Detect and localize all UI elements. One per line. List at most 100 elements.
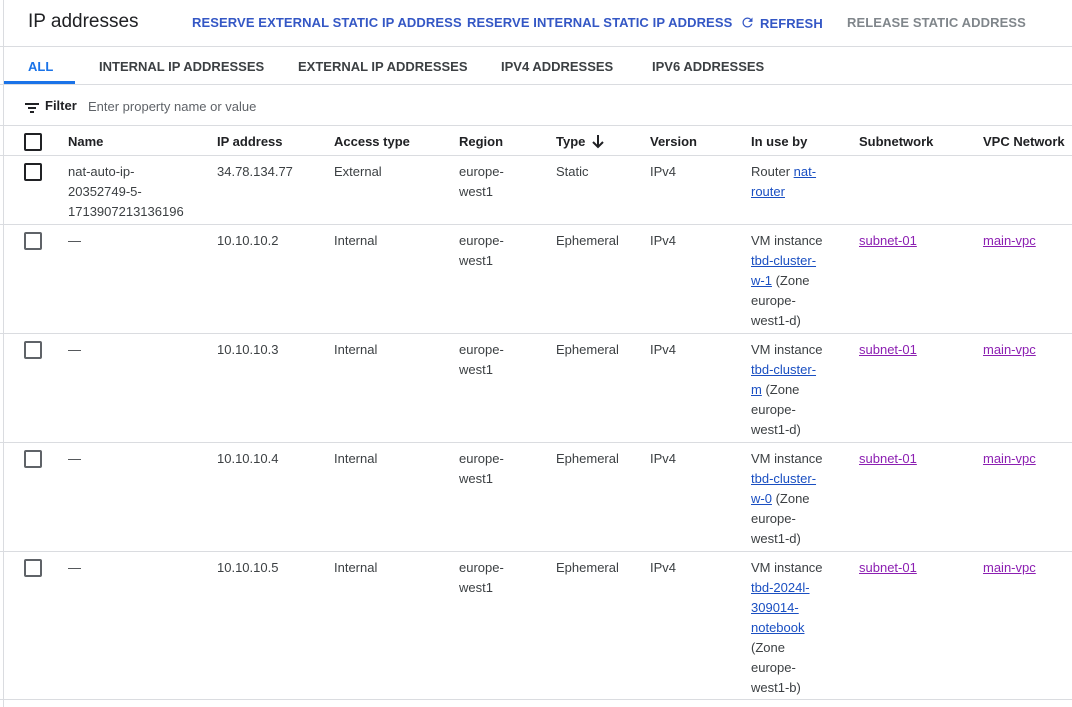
row-checkbox[interactable]: [24, 163, 42, 181]
cell-name: nat-auto-ip- 20352749-5- 1713907213136196: [68, 162, 184, 222]
name-line: —: [68, 233, 81, 248]
reserve-external-ip-button[interactable]: RESERVE EXTERNAL STATIC IP ADDRESS: [192, 15, 462, 30]
in-use-link[interactable]: tbd-2024l-: [751, 580, 810, 595]
in-use-link[interactable]: tbd-cluster-: [751, 253, 816, 268]
table-row[interactable]: — 10.10.10.5 Internal europe-west1 Ephemeral…: [0, 551, 1072, 700]
filter-input[interactable]: [88, 96, 588, 116]
in-use-line: VM instance: [751, 560, 823, 575]
table-row[interactable]: — 10.10.10.3 Internal europe-west1 Ephemeral…: [0, 333, 1072, 443]
region-line: west1: [459, 471, 493, 486]
in-use-link[interactable]: m: [751, 382, 762, 397]
in-use-line: west1-d): [751, 531, 801, 546]
region-line: west1: [459, 253, 493, 268]
column-header-region[interactable]: Region: [459, 134, 503, 149]
column-header-version[interactable]: Version: [650, 134, 697, 149]
in-use-line: Router nat-: [751, 164, 817, 179]
row-checkbox[interactable]: [24, 559, 42, 577]
reserve-internal-ip-button[interactable]: RESERVE INTERNAL STATIC IP ADDRESS: [467, 15, 732, 30]
in-use-line: europe-: [751, 402, 796, 417]
select-all-checkbox[interactable]: [24, 133, 42, 151]
column-header-name[interactable]: Name: [68, 134, 103, 149]
in-use-line: europe-: [751, 660, 796, 675]
subnetwork-link[interactable]: subnet-01: [859, 233, 917, 248]
table-row[interactable]: nat-auto-ip- 20352749-5- 1713907213136196 3…: [0, 155, 1072, 225]
cell-access-type: Internal: [334, 451, 378, 466]
table-row[interactable]: — 10.10.10.4 Internal europe-west1 Ephemeral…: [0, 442, 1072, 552]
column-header-access-type[interactable]: Access type: [334, 134, 410, 149]
in-use-line: VM instance: [751, 342, 823, 357]
column-header-subnetwork[interactable]: Subnetwork: [859, 134, 933, 149]
tab-internal-ip-addresses[interactable]: INTERNAL IP ADDRESSES: [99, 59, 264, 74]
in-use-line: notebook: [751, 618, 831, 638]
filter-label: Filter: [45, 98, 77, 113]
in-use-link[interactable]: nat-: [794, 164, 816, 179]
name-line: 20352749-5-: [68, 184, 142, 199]
cell-access-type: Internal: [334, 233, 378, 248]
in-use-link[interactable]: tbd-cluster-: [751, 471, 816, 486]
sort-descending-icon: [592, 135, 605, 152]
in-use-line: VM instance: [751, 233, 823, 248]
cell-name: —: [68, 558, 81, 578]
column-header-type[interactable]: Type: [556, 134, 605, 152]
region-line: europe-: [459, 451, 504, 466]
region-line: west1: [459, 580, 493, 595]
vpc-network-link[interactable]: main-vpc: [983, 560, 1036, 575]
in-use-link[interactable]: w-0: [751, 491, 772, 506]
subnetwork-link[interactable]: subnet-01: [859, 560, 917, 575]
cell-vpc-network: main-vpc: [983, 340, 1036, 360]
cell-region: europe-west1: [459, 449, 504, 489]
column-header-ip-address[interactable]: IP address: [217, 134, 283, 149]
cell-in-use-by: VM instance tbd-cluster-w-1 (Zone europe-w…: [751, 231, 831, 331]
tab-ipv4-addresses[interactable]: IPV4 ADDRESSES: [501, 59, 613, 74]
in-use-link[interactable]: notebook: [751, 620, 805, 635]
column-header-vpc-network[interactable]: VPC Network: [983, 134, 1065, 149]
row-checkbox[interactable]: [24, 450, 42, 468]
region-line: europe-: [459, 342, 504, 357]
cell-ip-address: 10.10.10.5: [217, 560, 279, 575]
refresh-button[interactable]: REFRESH: [740, 15, 823, 33]
in-use-line: tbd-cluster-: [751, 469, 831, 489]
in-use-line: w-0 (Zone: [751, 491, 810, 506]
region-line: west1: [459, 362, 493, 377]
address-tabs: ALL INTERNAL IP ADDRESSES EXTERNAL IP AD…: [0, 47, 1072, 85]
in-use-link[interactable]: router: [751, 184, 785, 199]
in-use-link[interactable]: w-1: [751, 273, 772, 288]
name-line: —: [68, 560, 81, 575]
in-use-line: 309014-: [751, 598, 831, 618]
cell-name: —: [68, 340, 81, 360]
vpc-network-link[interactable]: main-vpc: [983, 342, 1036, 357]
in-use-line: tbd-cluster-: [751, 251, 831, 271]
in-use-link[interactable]: 309014-: [751, 600, 799, 615]
refresh-icon: [740, 15, 755, 33]
in-use-line: tbd-2024l-: [751, 578, 831, 598]
cell-type: Ephemeral: [556, 451, 619, 466]
cell-version: IPv4: [650, 451, 677, 466]
tab-all[interactable]: ALL: [28, 59, 53, 74]
cell-vpc-network: main-vpc: [983, 449, 1036, 469]
name-line: nat-auto-ip-: [68, 164, 135, 179]
cell-version: IPv4: [650, 342, 677, 357]
row-checkbox[interactable]: [24, 341, 42, 359]
tab-external-ip-addresses[interactable]: EXTERNAL IP ADDRESSES: [298, 59, 468, 74]
vpc-network-link[interactable]: main-vpc: [983, 233, 1036, 248]
in-use-line: router: [751, 182, 831, 202]
cell-subnetwork: subnet-01: [859, 340, 917, 360]
subnetwork-link[interactable]: subnet-01: [859, 342, 917, 357]
cell-region: europe-west1: [459, 558, 504, 598]
subnetwork-link[interactable]: subnet-01: [859, 451, 917, 466]
filter-icon[interactable]: [25, 100, 39, 118]
cell-access-type: Internal: [334, 560, 378, 575]
region-line: europe-: [459, 233, 504, 248]
column-header-in-use-by[interactable]: In use by: [751, 134, 807, 149]
cell-version: IPv4: [650, 233, 677, 248]
tab-ipv6-addresses[interactable]: IPV6 ADDRESSES: [652, 59, 764, 74]
cell-name: —: [68, 231, 81, 251]
in-use-link[interactable]: tbd-cluster-: [751, 362, 816, 377]
table-row[interactable]: — 10.10.10.2 Internal europe-west1 Ephemeral…: [0, 224, 1072, 334]
cell-vpc-network: main-vpc: [983, 231, 1036, 251]
vpc-network-link[interactable]: main-vpc: [983, 451, 1036, 466]
release-static-address-button[interactable]: RELEASE STATIC ADDRESS: [847, 15, 1026, 30]
cell-in-use-by: Router nat-router: [751, 162, 831, 202]
cell-subnetwork: subnet-01: [859, 449, 917, 469]
row-checkbox[interactable]: [24, 232, 42, 250]
